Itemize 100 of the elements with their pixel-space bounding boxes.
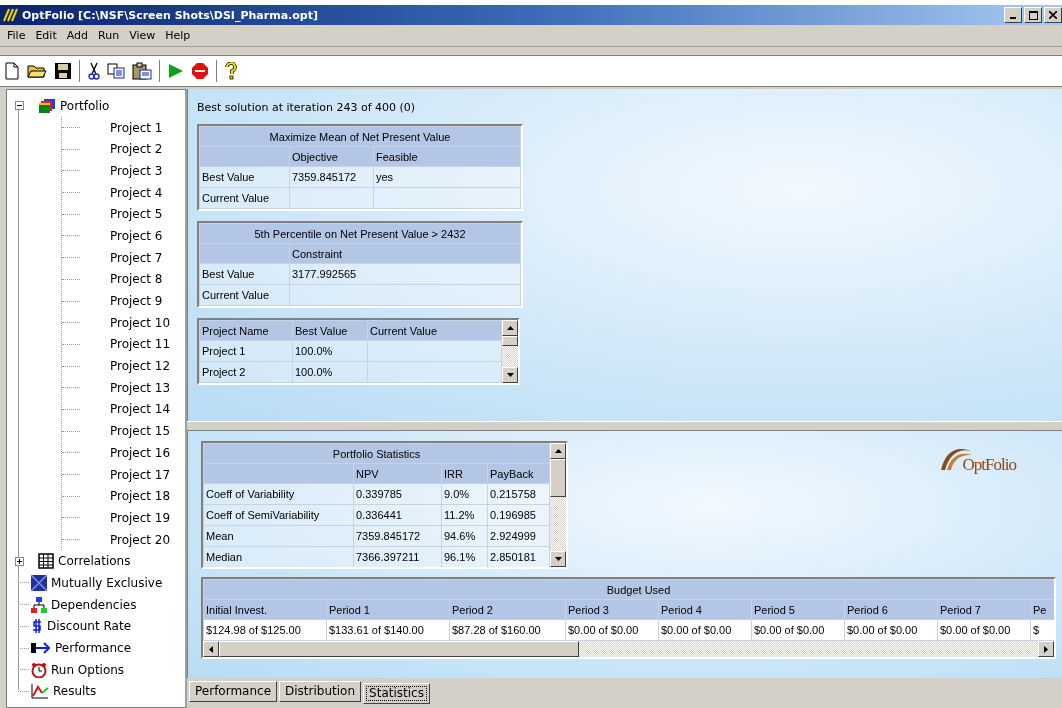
table-cell: 100.0% bbox=[292, 361, 368, 383]
table-cell: 11.2% bbox=[441, 504, 488, 526]
vertical-scrollbar[interactable] bbox=[502, 320, 518, 383]
cut-icon[interactable] bbox=[88, 62, 100, 80]
tree-item[interactable]: Project 16 bbox=[110, 445, 171, 460]
table-title: 5th Percentile on Net Present Value > 2432 bbox=[199, 223, 521, 244]
horizontal-scrollbar[interactable] bbox=[203, 641, 1054, 657]
tree-item[interactable]: Project 6 bbox=[110, 228, 163, 243]
line-chart-icon bbox=[31, 683, 49, 700]
tree-item[interactable]: Project 2 bbox=[110, 142, 163, 157]
paste-icon[interactable] bbox=[132, 62, 152, 80]
tree-item[interactable]: Performance bbox=[55, 641, 132, 656]
tree-item[interactable]: Discount Rate bbox=[47, 619, 131, 634]
scroll-thumb[interactable] bbox=[219, 641, 579, 657]
table-cell: 0.336441 bbox=[353, 504, 442, 526]
close-icon bbox=[1049, 11, 1057, 19]
tree-item[interactable]: Run Options bbox=[51, 662, 125, 677]
scroll-down-icon[interactable] bbox=[554, 557, 562, 561]
row-header: Current Value bbox=[199, 284, 290, 306]
tree-item[interactable]: Dependencies bbox=[51, 597, 137, 612]
scroll-left-icon[interactable] bbox=[209, 645, 213, 653]
menu-item[interactable]: File bbox=[2, 29, 31, 42]
copy-icon[interactable] bbox=[107, 63, 125, 79]
crossed-square-icon bbox=[31, 574, 47, 591]
table-cell: 0.196985 bbox=[487, 504, 550, 526]
maximize-icon bbox=[1028, 10, 1038, 20]
table-cell: Project 1 bbox=[199, 340, 293, 362]
table-cell: 7359.845172 bbox=[353, 525, 442, 547]
table-cell: $124.98 of $125.00 bbox=[203, 619, 327, 641]
menu-item[interactable]: Edit bbox=[30, 29, 62, 42]
status-text: Best solution at iteration 243 of 400 (0) bbox=[197, 101, 417, 114]
tree-item[interactable]: Portfolio bbox=[60, 98, 110, 113]
scroll-up-icon[interactable] bbox=[506, 326, 514, 330]
scroll-down-icon[interactable] bbox=[506, 373, 514, 377]
window-title: OptFolio [C:\NSF\Screen Shots\DSI_Pharma.opt] bbox=[22, 8, 318, 22]
tree-item[interactable]: Project 19 bbox=[110, 510, 171, 525]
open-folder-icon[interactable] bbox=[27, 63, 47, 79]
tree-item[interactable]: Project 4 bbox=[110, 185, 163, 200]
maximize-button[interactable] bbox=[1024, 7, 1042, 23]
tree-item[interactable]: Project 12 bbox=[110, 359, 171, 374]
tree-item[interactable]: Project 11 bbox=[110, 337, 171, 352]
minimize-button[interactable] bbox=[1004, 7, 1022, 23]
folders-icon bbox=[38, 97, 56, 114]
row-header: Median bbox=[203, 546, 354, 567]
menu-item[interactable]: Run bbox=[93, 29, 125, 42]
scroll-thumb[interactable] bbox=[502, 336, 518, 346]
tree-item[interactable]: Project 20 bbox=[110, 532, 171, 547]
row-header: Current Value bbox=[199, 187, 290, 209]
tree-item[interactable]: Correlations bbox=[58, 554, 131, 569]
menu-item[interactable]: Add bbox=[61, 29, 94, 42]
tree-item[interactable]: Results bbox=[53, 684, 97, 699]
dollar-icon bbox=[31, 618, 43, 635]
menu-item[interactable]: Help bbox=[160, 29, 196, 42]
save-icon[interactable] bbox=[54, 62, 72, 80]
tree-item[interactable]: Project 17 bbox=[110, 467, 171, 482]
tree-item[interactable]: Project 7 bbox=[110, 250, 163, 265]
column-header: Project Name bbox=[199, 320, 293, 341]
close-button[interactable] bbox=[1044, 7, 1062, 23]
table-cell: yes bbox=[373, 166, 521, 188]
tree-item[interactable]: Project 3 bbox=[110, 163, 163, 178]
tree-item[interactable]: Project 5 bbox=[110, 207, 163, 222]
table-cell: 7366.397211 bbox=[353, 546, 442, 567]
stop-sign-icon[interactable] bbox=[191, 62, 209, 80]
table-cell: 2.850181 bbox=[487, 546, 550, 567]
tab[interactable]: Performance bbox=[189, 681, 278, 702]
new-file-icon[interactable] bbox=[4, 62, 20, 80]
table-cell: 9.0% bbox=[441, 483, 488, 505]
row-header: Coeff of Variability bbox=[203, 483, 354, 505]
tree-item[interactable]: Project 15 bbox=[110, 424, 171, 439]
logo-text: OptFolio bbox=[962, 455, 1016, 475]
expander-icon[interactable] bbox=[15, 556, 24, 566]
scroll-right-icon[interactable] bbox=[1044, 645, 1048, 653]
expander-icon[interactable] bbox=[15, 101, 24, 111]
scroll-thumb[interactable] bbox=[550, 459, 567, 497]
tree-item[interactable]: Project 9 bbox=[110, 294, 163, 309]
help-icon[interactable] bbox=[225, 62, 237, 80]
tree-item[interactable]: Mutually Exclusive bbox=[51, 575, 163, 590]
table-cell: 96.1% bbox=[441, 546, 488, 567]
vertical-scrollbar[interactable] bbox=[550, 443, 567, 567]
tree-item[interactable]: Project 13 bbox=[110, 380, 171, 395]
hierarchy-icon bbox=[31, 596, 47, 613]
splitter-bar[interactable] bbox=[187, 421, 1062, 431]
table-cell: 0.339785 bbox=[353, 483, 442, 505]
run-icon[interactable] bbox=[168, 63, 184, 79]
app-logo-icon bbox=[3, 8, 19, 22]
tree-item[interactable]: Project 14 bbox=[110, 402, 171, 417]
table-cell: 94.6% bbox=[441, 525, 488, 547]
scroll-up-icon[interactable] bbox=[554, 449, 562, 453]
table-title: Budget Used bbox=[203, 579, 1054, 600]
tree-item[interactable]: Project 8 bbox=[110, 272, 163, 287]
row-header: Best Value bbox=[199, 263, 290, 285]
arrow-icon bbox=[31, 641, 51, 656]
tab[interactable]: Statistics bbox=[363, 683, 430, 704]
tree-item[interactable]: Project 18 bbox=[110, 489, 171, 504]
tree-item[interactable]: Project 1 bbox=[110, 120, 163, 135]
column-header: Current Value bbox=[367, 320, 502, 341]
row-header: Mean bbox=[203, 525, 354, 547]
menu-item[interactable]: View bbox=[124, 29, 161, 42]
tree-item[interactable]: Project 10 bbox=[110, 315, 171, 330]
tab[interactable]: Distribution bbox=[279, 681, 362, 702]
